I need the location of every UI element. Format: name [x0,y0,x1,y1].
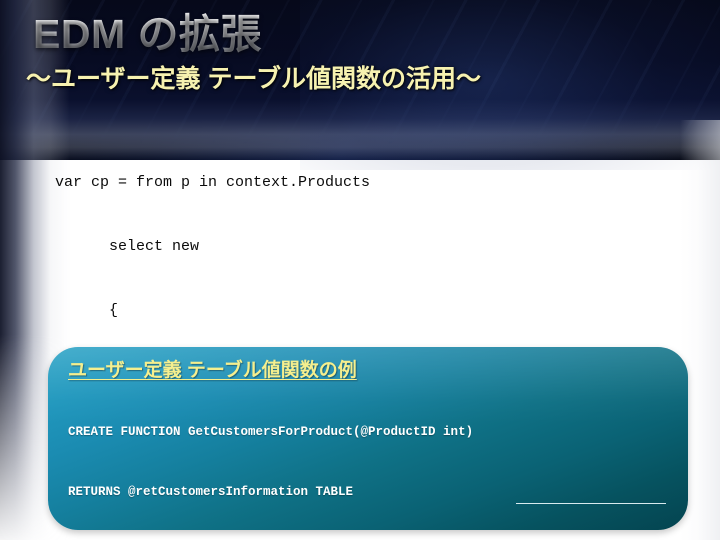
slide-subtitle: 〜ユーザー定義 テーブル値関数の活用〜 [26,65,481,93]
sql-code-line: RETURNS @retCustomersInformation TABLE [68,485,354,499]
callout-title: ユーザー定義 テーブル値関数の例 [68,360,357,381]
code-line: var cp = from p in context.Products [55,174,371,192]
sql-code-line: CREATE FUNCTION GetCustomersForProduct(@… [68,425,474,439]
sql-example-callout: ユーザー定義 テーブル値関数の例 CREATE FUNCTION GetCust… [48,347,688,530]
slide-title: EDM の拡張 [33,8,262,60]
slide-canvas: EDM の拡張 〜ユーザー定義 テーブル値関数の活用〜 var cp = fro… [0,0,720,540]
code-line: select new [55,238,200,255]
code-line: { [55,301,119,319]
sql-code-block: CREATE FUNCTION GetCustomersForProduct(@… [68,382,668,530]
callout-underline-rule [516,502,666,504]
